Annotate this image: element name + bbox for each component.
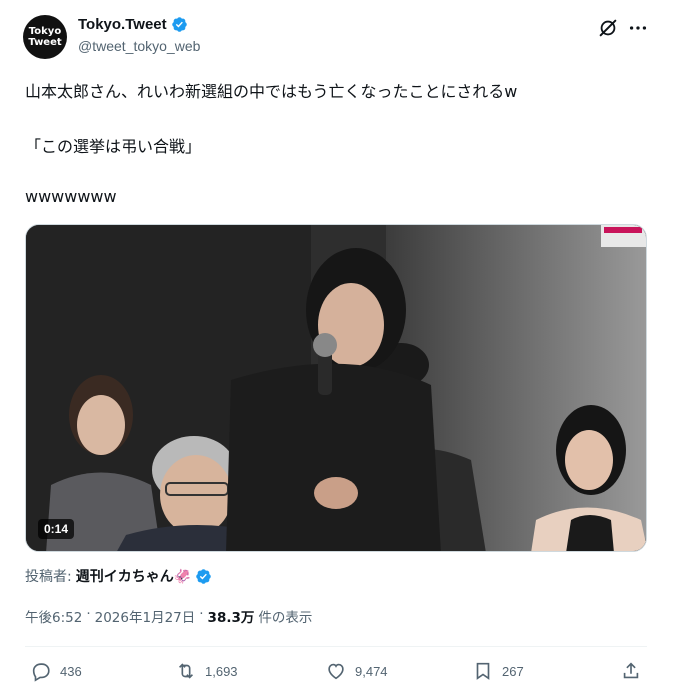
- tweet-text-line: 山本太郎さん、れいわ新選組の中ではもう亡くなったことにされるw: [25, 82, 518, 101]
- poster-name-link[interactable]: 週刊イカちゃん🦑: [76, 566, 191, 586]
- name-row: Tokyo.Tweet: [78, 16, 188, 33]
- reply-icon: [32, 663, 50, 682]
- video-duration: 0:14: [38, 519, 75, 539]
- reply-button[interactable]: 436: [30, 660, 82, 682]
- bookmark-count: 267: [502, 663, 524, 679]
- meta-separator: ·: [86, 606, 91, 622]
- divider: [25, 646, 647, 647]
- tweet-header: Tokyo Tweet Tokyo.Tweet @tweet_tokyo_web: [23, 13, 653, 61]
- repost-count: 1,693: [205, 663, 238, 679]
- verified-badge-icon: [196, 568, 211, 584]
- display-name[interactable]: Tokyo.Tweet: [78, 16, 167, 33]
- avatar-text-line2: Tweet: [28, 37, 62, 48]
- like-button[interactable]: 9,474: [325, 660, 388, 682]
- share-icon: [623, 662, 639, 679]
- tweet-text-line: 「この選挙は弔い合戦」: [25, 137, 202, 156]
- grok-icon[interactable]: [597, 17, 619, 39]
- bookmark-icon: [476, 662, 490, 680]
- reply-count: 436: [60, 663, 82, 679]
- video-frame-image: [26, 225, 646, 551]
- repost-icon: [178, 663, 194, 679]
- tweet-meta: 午後6:52 · 2026年1月27日 · 38.3万 件の表示: [25, 606, 312, 626]
- user-handle[interactable]: @tweet_tokyo_web: [78, 38, 200, 54]
- share-button[interactable]: [620, 660, 642, 682]
- avatar-text-line1: Tokyo: [28, 26, 62, 37]
- more-options-icon[interactable]: [627, 17, 649, 39]
- meta-separator: ·: [199, 606, 204, 622]
- poster-label: 投稿者:: [25, 569, 72, 585]
- views-count[interactable]: 38.3万: [208, 606, 255, 626]
- verified-badge-icon: [171, 17, 187, 32]
- bookmark-button[interactable]: 267: [472, 660, 524, 682]
- repost-button[interactable]: 1,693: [175, 660, 238, 682]
- views-label: 件の表示: [258, 610, 313, 626]
- like-count: 9,474: [355, 663, 388, 679]
- tweet-date[interactable]: 2026年1月27日: [95, 606, 196, 626]
- avatar[interactable]: Tokyo Tweet: [23, 15, 67, 59]
- video-player[interactable]: 0:14: [25, 224, 647, 552]
- poster-attribution: 投稿者: 週刊イカちゃん🦑: [25, 566, 212, 586]
- tweet-text-line: wwwwwww: [25, 187, 117, 206]
- action-bar: 436 1,693 9,474 267: [25, 660, 647, 688]
- tweet-time[interactable]: 午後6:52: [25, 606, 82, 626]
- heart-icon: [328, 663, 344, 680]
